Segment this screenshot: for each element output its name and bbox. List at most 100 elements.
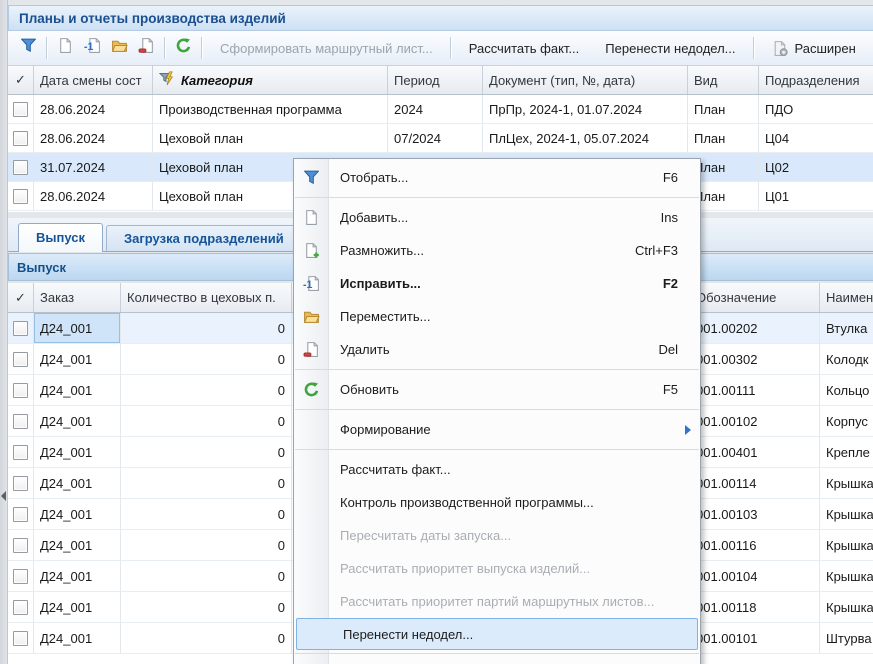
row-checkbox[interactable] — [13, 538, 28, 553]
move-folder-icon — [294, 308, 329, 325]
app-window: Планы и отчеты производства изделий -1 Сф… — [0, 0, 873, 664]
row-checkbox[interactable] — [13, 569, 28, 584]
toolbar-button[interactable]: Расширен — [759, 40, 869, 57]
row-checkbox[interactable] — [13, 131, 28, 146]
context-menu-item[interactable]: Рассчитать факт... — [294, 453, 700, 486]
context-menu-item[interactable]: ОбновитьF5 — [294, 373, 700, 406]
row-checkbox[interactable] — [13, 507, 28, 522]
tab-output[interactable]: Выпуск — [18, 223, 103, 252]
menu-item-shortcut: F5 — [663, 382, 700, 397]
row-checkbox[interactable] — [13, 445, 28, 460]
page-title: Планы и отчеты производства изделий — [9, 11, 286, 26]
row-checkbox[interactable] — [13, 321, 28, 336]
toolbar-separator — [201, 37, 203, 59]
menu-item-shortcut: Ctrl+F3 — [635, 243, 700, 258]
context-menu-item: Пересчитать даты запуска... — [294, 519, 700, 552]
toolbar-separator — [46, 37, 48, 59]
column-header-order[interactable]: Заказ — [34, 283, 121, 312]
row-checkbox-cell — [8, 592, 34, 623]
context-menu-item[interactable]: Переместить... — [294, 300, 700, 333]
row-checkbox[interactable] — [13, 102, 28, 117]
left-splitter-rail[interactable] — [0, 0, 8, 664]
context-menu-item[interactable]: Формирование — [294, 413, 700, 446]
column-header-qty[interactable]: Количество в цеховых п. — [121, 283, 292, 312]
delete-doc-button[interactable] — [133, 35, 160, 61]
menu-item-label: Рассчитать приоритет партий маршрутных л… — [329, 594, 700, 609]
table-row[interactable]: 28.06.2024 Цеховой план 07/2024 ПлЦех, 2… — [8, 124, 873, 153]
context-menu-item[interactable]: Добавить...Ins — [294, 201, 700, 234]
window-titlebar: Планы и отчеты производства изделий — [8, 5, 873, 31]
toolbar-button[interactable]: Перенести недодел... — [592, 41, 748, 56]
column-header-name[interactable]: Наимен — [820, 283, 873, 312]
edit-doc-button[interactable]: -1 — [79, 35, 106, 61]
refresh-button[interactable] — [170, 35, 197, 61]
context-menu-items: Отобрать...F6Добавить...InsРазмножить...… — [294, 161, 700, 664]
menu-separator — [295, 409, 699, 410]
row-checkbox[interactable] — [13, 600, 28, 615]
column-header-department[interactable]: Подразделения — [759, 66, 873, 94]
column-header-code[interactable]: Обозначение — [690, 283, 820, 312]
context-menu-item[interactable]: Перенести недодел... — [296, 618, 698, 650]
add-doc-button[interactable] — [52, 35, 79, 61]
refresh-icon — [294, 381, 329, 398]
row-checkbox-cell — [8, 468, 34, 499]
toolbar-separator — [753, 37, 755, 59]
row-checkbox-cell — [8, 313, 34, 344]
context-menu-item[interactable]: УдалитьDel — [294, 333, 700, 366]
context-menu: Отобрать...F6Добавить...InsРазмножить...… — [293, 158, 701, 664]
menu-item-label: Пересчитать даты запуска... — [329, 528, 700, 543]
context-menu-item[interactable]: Отобрать...F6 — [294, 161, 700, 194]
menu-item-label: Контроль производственной программы... — [329, 495, 700, 510]
add-doc-icon — [57, 37, 74, 59]
column-header-kind[interactable]: Вид — [688, 66, 759, 94]
table-row[interactable]: 28.06.2024 Производственная программа 20… — [8, 95, 873, 124]
submenu-arrow-icon — [685, 425, 691, 435]
duplicate-doc-icon — [294, 242, 329, 259]
row-checkbox-cell — [8, 95, 34, 124]
row-checkbox[interactable] — [13, 383, 28, 398]
delete-doc-icon — [138, 37, 155, 59]
context-menu-item[interactable]: Размножить...Ctrl+F3 — [294, 234, 700, 267]
menu-item-label: Перенести недодел... — [332, 627, 697, 642]
menu-item-label: Переместить... — [329, 309, 700, 324]
toolbar-button: Сформировать маршрутный лист... — [207, 41, 446, 56]
svg-text:-1: -1 — [84, 41, 94, 53]
column-header-check[interactable]: ✓ — [8, 66, 34, 94]
refresh-icon — [175, 37, 192, 59]
column-header-date[interactable]: Дата смены сост — [34, 66, 153, 94]
row-checkbox[interactable] — [13, 189, 28, 204]
row-checkbox-cell — [8, 124, 34, 153]
column-header-check[interactable]: ✓ — [8, 283, 34, 312]
row-checkbox-cell — [8, 182, 34, 211]
menu-item-label: Размножить... — [329, 243, 635, 258]
toolbar-separator — [450, 37, 452, 59]
tab-load[interactable]: Загрузка подразделений — [106, 225, 302, 251]
column-header-category[interactable]: Категория — [153, 66, 388, 94]
menu-separator — [295, 653, 699, 654]
delete-doc-icon — [294, 341, 329, 358]
context-menu-item: Рассчитать приоритет выпуска изделий... — [294, 552, 700, 585]
settings-doc-icon — [772, 40, 789, 57]
menu-item-shortcut: F2 — [663, 276, 700, 291]
row-checkbox[interactable] — [13, 352, 28, 367]
context-menu-item[interactable]: -1Исправить...F2 — [294, 267, 700, 300]
toolbar-button[interactable]: Рассчитать факт... — [456, 41, 593, 56]
menu-item-label: Рассчитать факт... — [329, 462, 700, 477]
move-folder-icon — [111, 37, 128, 59]
menu-item-label: Обновить — [329, 382, 663, 397]
filter-button[interactable] — [15, 35, 42, 61]
column-header-document[interactable]: Документ (тип, №, дата) — [483, 66, 688, 94]
menu-item-shortcut: Ins — [661, 210, 700, 225]
row-checkbox[interactable] — [13, 160, 28, 175]
row-checkbox[interactable] — [13, 414, 28, 429]
row-checkbox-cell — [8, 375, 34, 406]
filter-icon — [294, 169, 329, 186]
row-checkbox[interactable] — [13, 631, 28, 646]
edit-doc-icon: -1 — [84, 37, 101, 59]
collapse-splitter-icon[interactable] — [1, 491, 6, 501]
context-menu-item[interactable]: Контроль производственной программы... — [294, 486, 700, 519]
column-header-period[interactable]: Период — [388, 66, 483, 94]
menu-item-label: Удалить — [329, 342, 658, 357]
row-checkbox[interactable] — [13, 476, 28, 491]
move-folder-button[interactable] — [106, 35, 133, 61]
